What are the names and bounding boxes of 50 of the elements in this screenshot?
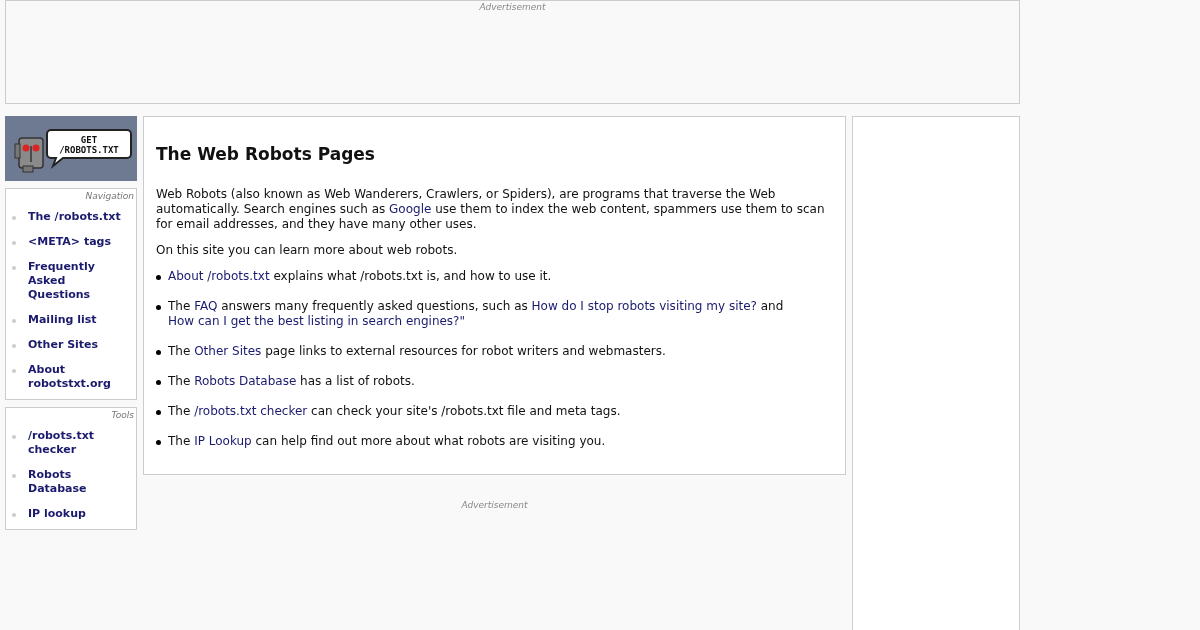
nav-link[interactable]: /robots.txt checker [28,429,124,457]
page-title: The Web Robots Pages [156,143,376,165]
bullet-icon [12,369,16,373]
logo-text: /ROBOTS.TXT [59,144,119,155]
logo-text: GET [80,134,98,145]
list-item-text: The Other Sites page links to external resources for robot writers and webmasters. [168,344,666,359]
list-item-text: The Robots Database has a list of robots. [168,374,415,389]
text-link[interactable]: IP Lookup [194,434,252,448]
text-link[interactable]: About /robots.txt [168,269,270,283]
paragraph: Web Robots (also known as Web Wanderers, Crawlers, or Spiders), are programs that traverse the Web automatically. Search engines such as Google use them to index the web content, spammers use them to scan for email addresses, and they have many other uses. [156,187,826,232]
list-item-text: The FAQ answers many frequently asked questions, such as How do I stop robots visiting my site? and How can I get the best listing in search engines?" [168,299,785,329]
text-link[interactable]: Google [389,202,432,216]
bullet-icon [12,266,16,270]
bullet-icon [12,435,16,439]
panel-title: Navigation [84,190,134,202]
bullet-icon [12,241,16,245]
nav-link[interactable]: <META> tags [28,235,111,249]
bullet-icon [12,474,16,478]
text-link[interactable]: FAQ [194,299,218,313]
bullet-icon [156,380,161,385]
nav-link[interactable]: About robotstxt.org [28,363,124,391]
robot-icon [14,136,44,172]
nav-link[interactable]: IP lookup [28,507,86,521]
bullet-icon [156,410,161,415]
bullet-icon [12,319,16,323]
text-link[interactable]: Robots Database [194,374,297,388]
nav-link[interactable]: The /robots.txt [28,210,121,224]
paragraph: On this site you can learn more about web robots. [156,243,459,258]
nav-link[interactable]: Robots Database [28,468,124,496]
text-link[interactable]: /robots.txt checker [194,404,308,418]
nav-link[interactable]: Other Sites [28,338,99,352]
bullet-icon [12,344,16,348]
logo[interactable]: GET /ROBOTS.TXT [5,116,137,181]
bullet-icon [156,350,161,355]
text-link[interactable]: Other Sites [194,344,262,358]
bullet-icon [156,275,161,280]
nav-link[interactable]: Mailing list [28,313,97,327]
bullet-icon [156,305,161,310]
advertisement-label: Advertisement [479,1,546,13]
bullet-icon [156,440,161,445]
panel-title: Tools [110,409,134,421]
bullet-icon [12,513,16,517]
text-link[interactable]: How do I stop robots visiting my site? [531,299,757,313]
advertisement-label: Advertisement [461,499,528,511]
bullet-icon [12,216,16,220]
list-item-text: About /robots.txt explains what /robots.txt is, and how to use it. [168,269,552,284]
list-item-text: The IP Lookup can help find out more about what robots are visiting you. [168,434,606,449]
list-item-text: The /robots.txt checker can check your site's /robots.txt file and meta tags. [168,404,621,419]
nav-link[interactable]: Frequently Asked Questions [28,260,124,302]
text-link[interactable]: How can I get the best listing in search engines?" [168,314,465,328]
